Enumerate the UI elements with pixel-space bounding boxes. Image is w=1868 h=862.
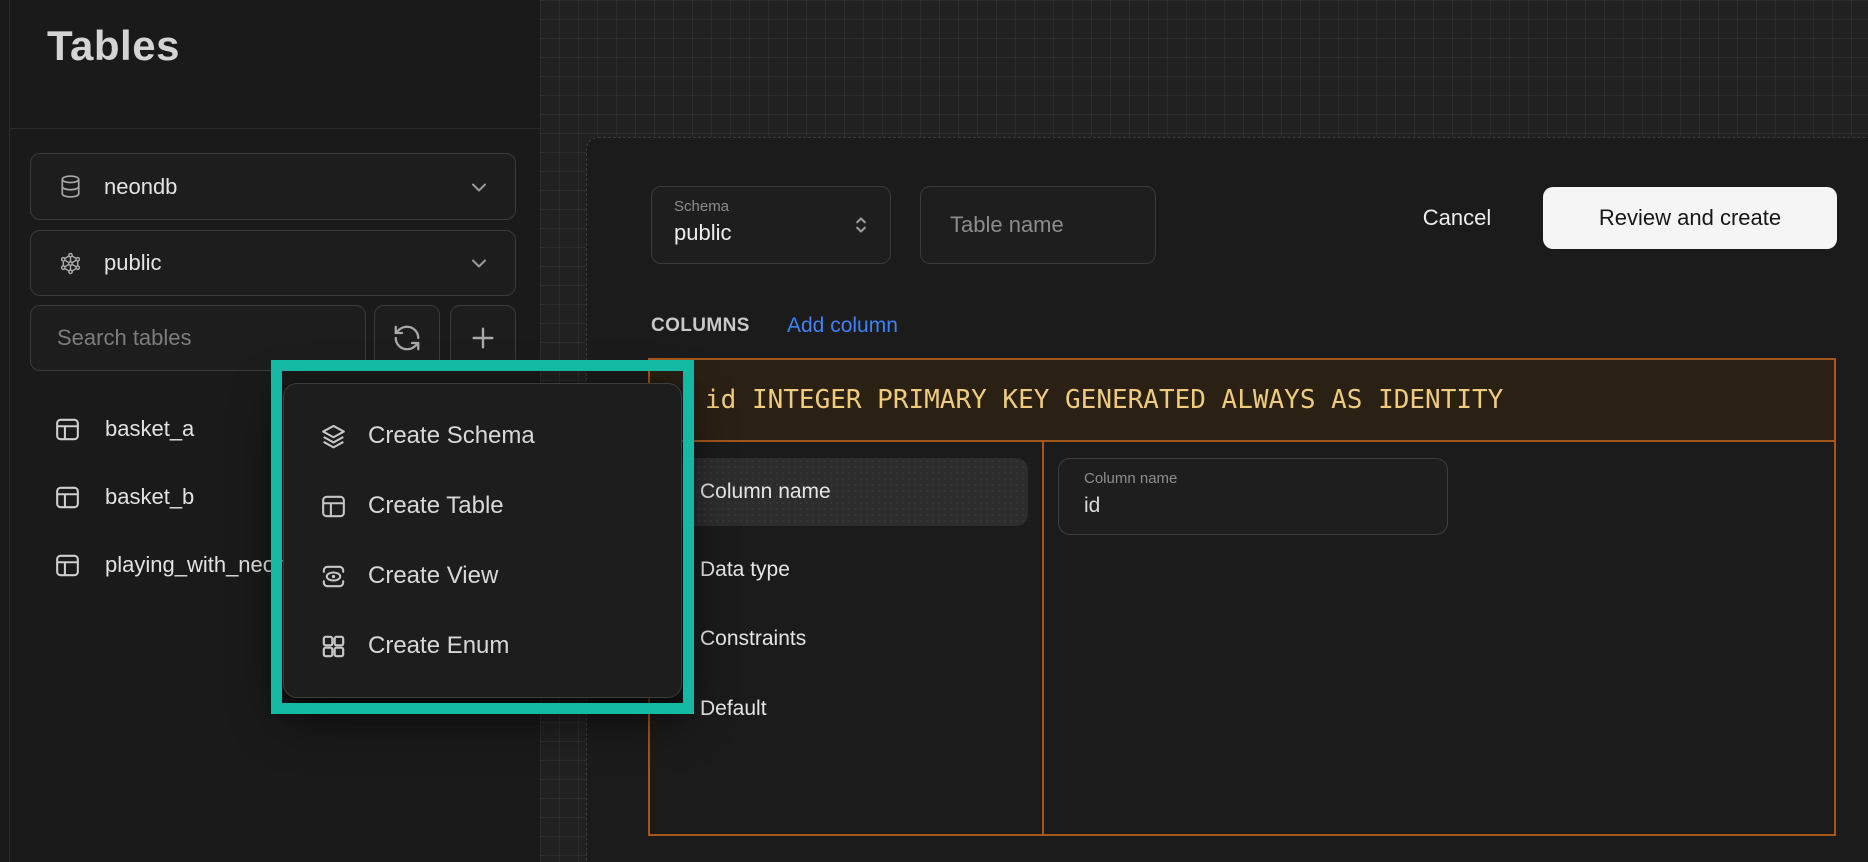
- database-icon: [57, 173, 84, 200]
- cancel-button[interactable]: Cancel: [1399, 196, 1515, 240]
- column-editor-body: Column name Data type Constraints Defaul…: [650, 442, 1834, 834]
- table-name: playing_with_neon: [105, 552, 287, 578]
- layers-icon: [318, 421, 349, 452]
- menu-item-create-enum[interactable]: Create Enum: [284, 611, 681, 681]
- refresh-icon: [392, 323, 422, 353]
- schema-select[interactable]: public: [30, 230, 516, 296]
- schema-icon: [57, 250, 84, 277]
- menu-item-create-view[interactable]: Create View: [284, 541, 681, 611]
- review-and-create-button[interactable]: Review and create: [1543, 187, 1837, 249]
- menu-item-label: Create Table: [368, 492, 504, 520]
- column-sql-preview: id INTEGER PRIMARY KEY GENERATED ALWAYS …: [650, 360, 1834, 442]
- column-editor: id INTEGER PRIMARY KEY GENERATED ALWAYS …: [648, 358, 1836, 836]
- property-tab-label: Column name: [700, 480, 831, 504]
- column-detail-pane: Column name id: [1044, 442, 1834, 834]
- column-name-input[interactable]: Column name id: [1058, 458, 1448, 535]
- property-tab-column-name[interactable]: Column name: [660, 458, 1028, 526]
- schema-select-value: public: [104, 250, 447, 276]
- enum-icon: [318, 631, 349, 662]
- property-tab-label: Default: [700, 697, 767, 721]
- property-tab-data-type[interactable]: Data type: [660, 536, 1028, 604]
- page-title: Tables: [47, 22, 180, 70]
- column-properties-pane: Column name Data type Constraints Defaul…: [650, 442, 1042, 834]
- table-name-input[interactable]: [920, 186, 1156, 264]
- table-icon: [52, 482, 83, 513]
- tables-page: Tables neondb: [0, 0, 1868, 862]
- table-icon: [318, 491, 349, 522]
- schema-field-value: public: [674, 220, 731, 246]
- table-name: basket_a: [105, 416, 194, 442]
- schema-field-select[interactable]: Schema public: [651, 186, 891, 264]
- refresh-tables-button[interactable]: [374, 305, 440, 371]
- database-select[interactable]: neondb: [30, 153, 516, 220]
- menu-item-label: Create Enum: [368, 632, 509, 660]
- column-name-input-value: id: [1084, 494, 1100, 518]
- sidebar-left-border: [9, 0, 10, 862]
- table-name: basket_b: [105, 484, 194, 510]
- view-icon: [318, 561, 349, 592]
- menu-item-create-table[interactable]: Create Table: [284, 471, 681, 541]
- menu-item-label: Create Schema: [368, 422, 535, 450]
- property-tab-default[interactable]: Default: [660, 675, 1028, 743]
- property-tab-constraints[interactable]: Constraints: [660, 605, 1028, 673]
- schema-field-label: Schema: [674, 198, 729, 215]
- menu-item-label: Create View: [368, 562, 498, 590]
- sidebar-divider: [10, 128, 540, 129]
- add-column-link[interactable]: Add column: [787, 314, 898, 338]
- add-table-button[interactable]: [450, 305, 516, 371]
- table-icon: [52, 414, 83, 445]
- columns-section-heading: COLUMNS: [651, 315, 750, 337]
- table-icon: [52, 550, 83, 581]
- create-context-menu: Create Schema Create Table Create View: [283, 383, 682, 698]
- chevron-down-icon: [467, 175, 491, 199]
- menu-item-create-schema[interactable]: Create Schema: [284, 401, 681, 471]
- search-tables-input[interactable]: [30, 305, 366, 371]
- database-select-value: neondb: [104, 174, 447, 200]
- property-tab-label: Constraints: [700, 627, 806, 651]
- chevrons-up-down-icon: [848, 212, 874, 238]
- column-name-input-label: Column name: [1084, 470, 1177, 487]
- plus-icon: [467, 322, 499, 354]
- chevron-down-icon: [467, 251, 491, 275]
- property-tab-label: Data type: [700, 558, 790, 582]
